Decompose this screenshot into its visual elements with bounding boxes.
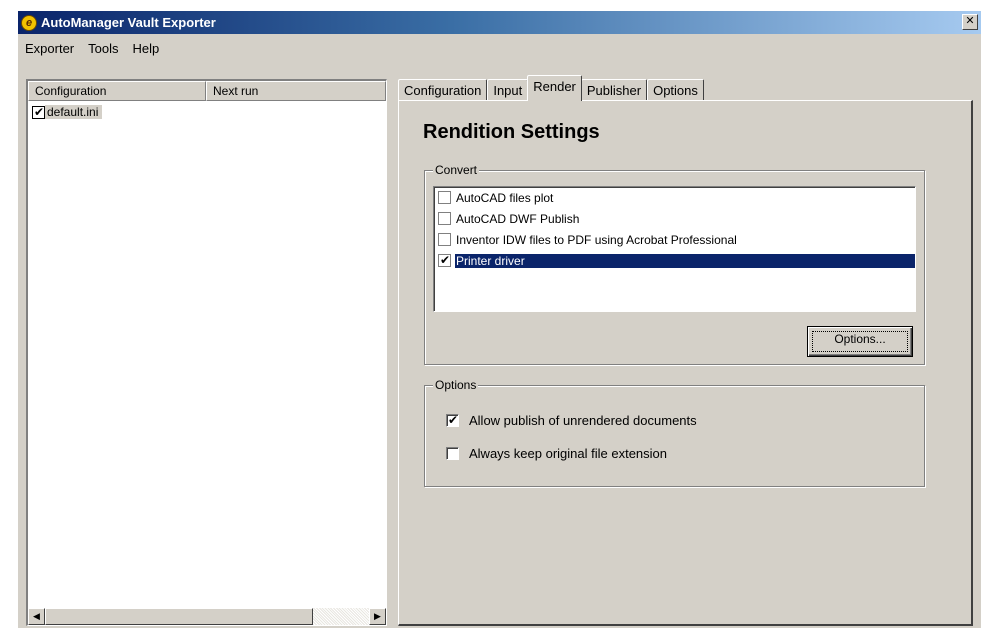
- top-margin: [0, 0, 984, 11]
- column-header-configuration[interactable]: Configuration: [28, 81, 206, 101]
- tab-options[interactable]: Options: [647, 79, 704, 101]
- tab-publisher[interactable]: Publisher: [580, 79, 648, 101]
- page-title: Rendition Settings: [423, 121, 600, 143]
- options-caption: Options: [433, 378, 479, 392]
- left-margin: [0, 0, 18, 635]
- menu-bar: Exporter Tools Help: [18, 37, 166, 59]
- render-tab-page: Rendition Settings Convert AutoCAD files…: [398, 100, 973, 626]
- convert-item-label: Printer driver: [455, 253, 915, 268]
- convert-options-button[interactable]: Options...: [807, 326, 913, 357]
- title-bar[interactable]: e AutoManager Vault Exporter ✕: [18, 11, 981, 34]
- list-item[interactable]: ✔ Printer driver: [434, 250, 915, 271]
- menu-exporter[interactable]: Exporter: [18, 39, 81, 58]
- scroll-track[interactable]: [313, 608, 369, 625]
- convert-checkbox-autocad-plot[interactable]: [438, 191, 451, 204]
- list-item[interactable]: AutoCAD DWF Publish: [434, 208, 915, 229]
- tab-strip: Configuration Input Render Publisher Opt…: [398, 75, 704, 101]
- tab-input[interactable]: Input: [487, 79, 529, 101]
- list-header: Configuration Next run: [28, 81, 386, 101]
- menu-tools[interactable]: Tools: [81, 39, 125, 58]
- close-button[interactable]: ✕: [962, 14, 978, 30]
- allow-unrendered-checkbox[interactable]: ✔: [446, 413, 459, 427]
- convert-groupbox: Convert AutoCAD files plot AutoCAD DWF P…: [424, 163, 925, 365]
- convert-item-label: AutoCAD files plot: [456, 190, 554, 205]
- horizontal-scrollbar[interactable]: ◀ ▶: [28, 608, 386, 625]
- window-title: AutoManager Vault Exporter: [41, 15, 216, 30]
- convert-checkbox-printer-driver[interactable]: ✔: [438, 253, 451, 267]
- app-window: e AutoManager Vault Exporter ✕ Exporter …: [0, 0, 984, 635]
- keep-extension-checkbox[interactable]: [446, 447, 459, 460]
- app-logo-icon: e: [21, 14, 37, 31]
- list-item[interactable]: ✔ default.ini: [32, 103, 386, 121]
- menu-help[interactable]: Help: [126, 39, 167, 58]
- option-label: Allow publish of unrendered documents: [469, 413, 697, 428]
- convert-checkbox-autocad-dwf[interactable]: [438, 212, 451, 225]
- convert-item-label: AutoCAD DWF Publish: [456, 211, 580, 226]
- checkmark-icon: ✔: [33, 104, 45, 119]
- list-item[interactable]: AutoCAD files plot: [434, 187, 915, 208]
- scroll-left-icon[interactable]: ◀: [28, 608, 45, 625]
- convert-item-label: Inventor IDW files to PDF using Acrobat …: [456, 232, 737, 247]
- checkmark-icon: ✔: [439, 253, 451, 267]
- list-item[interactable]: Inventor IDW files to PDF using Acrobat …: [434, 229, 915, 250]
- config-checkbox[interactable]: ✔: [32, 104, 45, 119]
- scroll-thumb[interactable]: [45, 608, 313, 625]
- checkmark-icon: ✔: [447, 413, 459, 427]
- tab-render[interactable]: Render: [527, 75, 582, 101]
- focus-rectangle: [812, 331, 908, 352]
- scroll-right-icon[interactable]: ▶: [369, 608, 386, 625]
- options-groupbox: Options ✔ Allow publish of unrendered do…: [424, 378, 925, 487]
- convert-checkbox-inventor-idw[interactable]: [438, 233, 451, 246]
- configuration-list[interactable]: Configuration Next run ✔ default.ini ◀ ▶: [26, 79, 387, 626]
- convert-caption: Convert: [433, 163, 480, 177]
- config-name: default.ini: [45, 105, 103, 119]
- tab-configuration[interactable]: Configuration: [398, 79, 488, 101]
- convert-list[interactable]: AutoCAD files plot AutoCAD DWF Publish I…: [433, 186, 916, 312]
- option-keep-extension[interactable]: Always keep original file extension: [446, 446, 667, 461]
- bottom-margin: [0, 628, 984, 635]
- option-allow-unrendered[interactable]: ✔ Allow publish of unrendered documents: [446, 413, 697, 428]
- column-header-next-run[interactable]: Next run: [206, 81, 386, 101]
- option-label: Always keep original file extension: [469, 446, 667, 461]
